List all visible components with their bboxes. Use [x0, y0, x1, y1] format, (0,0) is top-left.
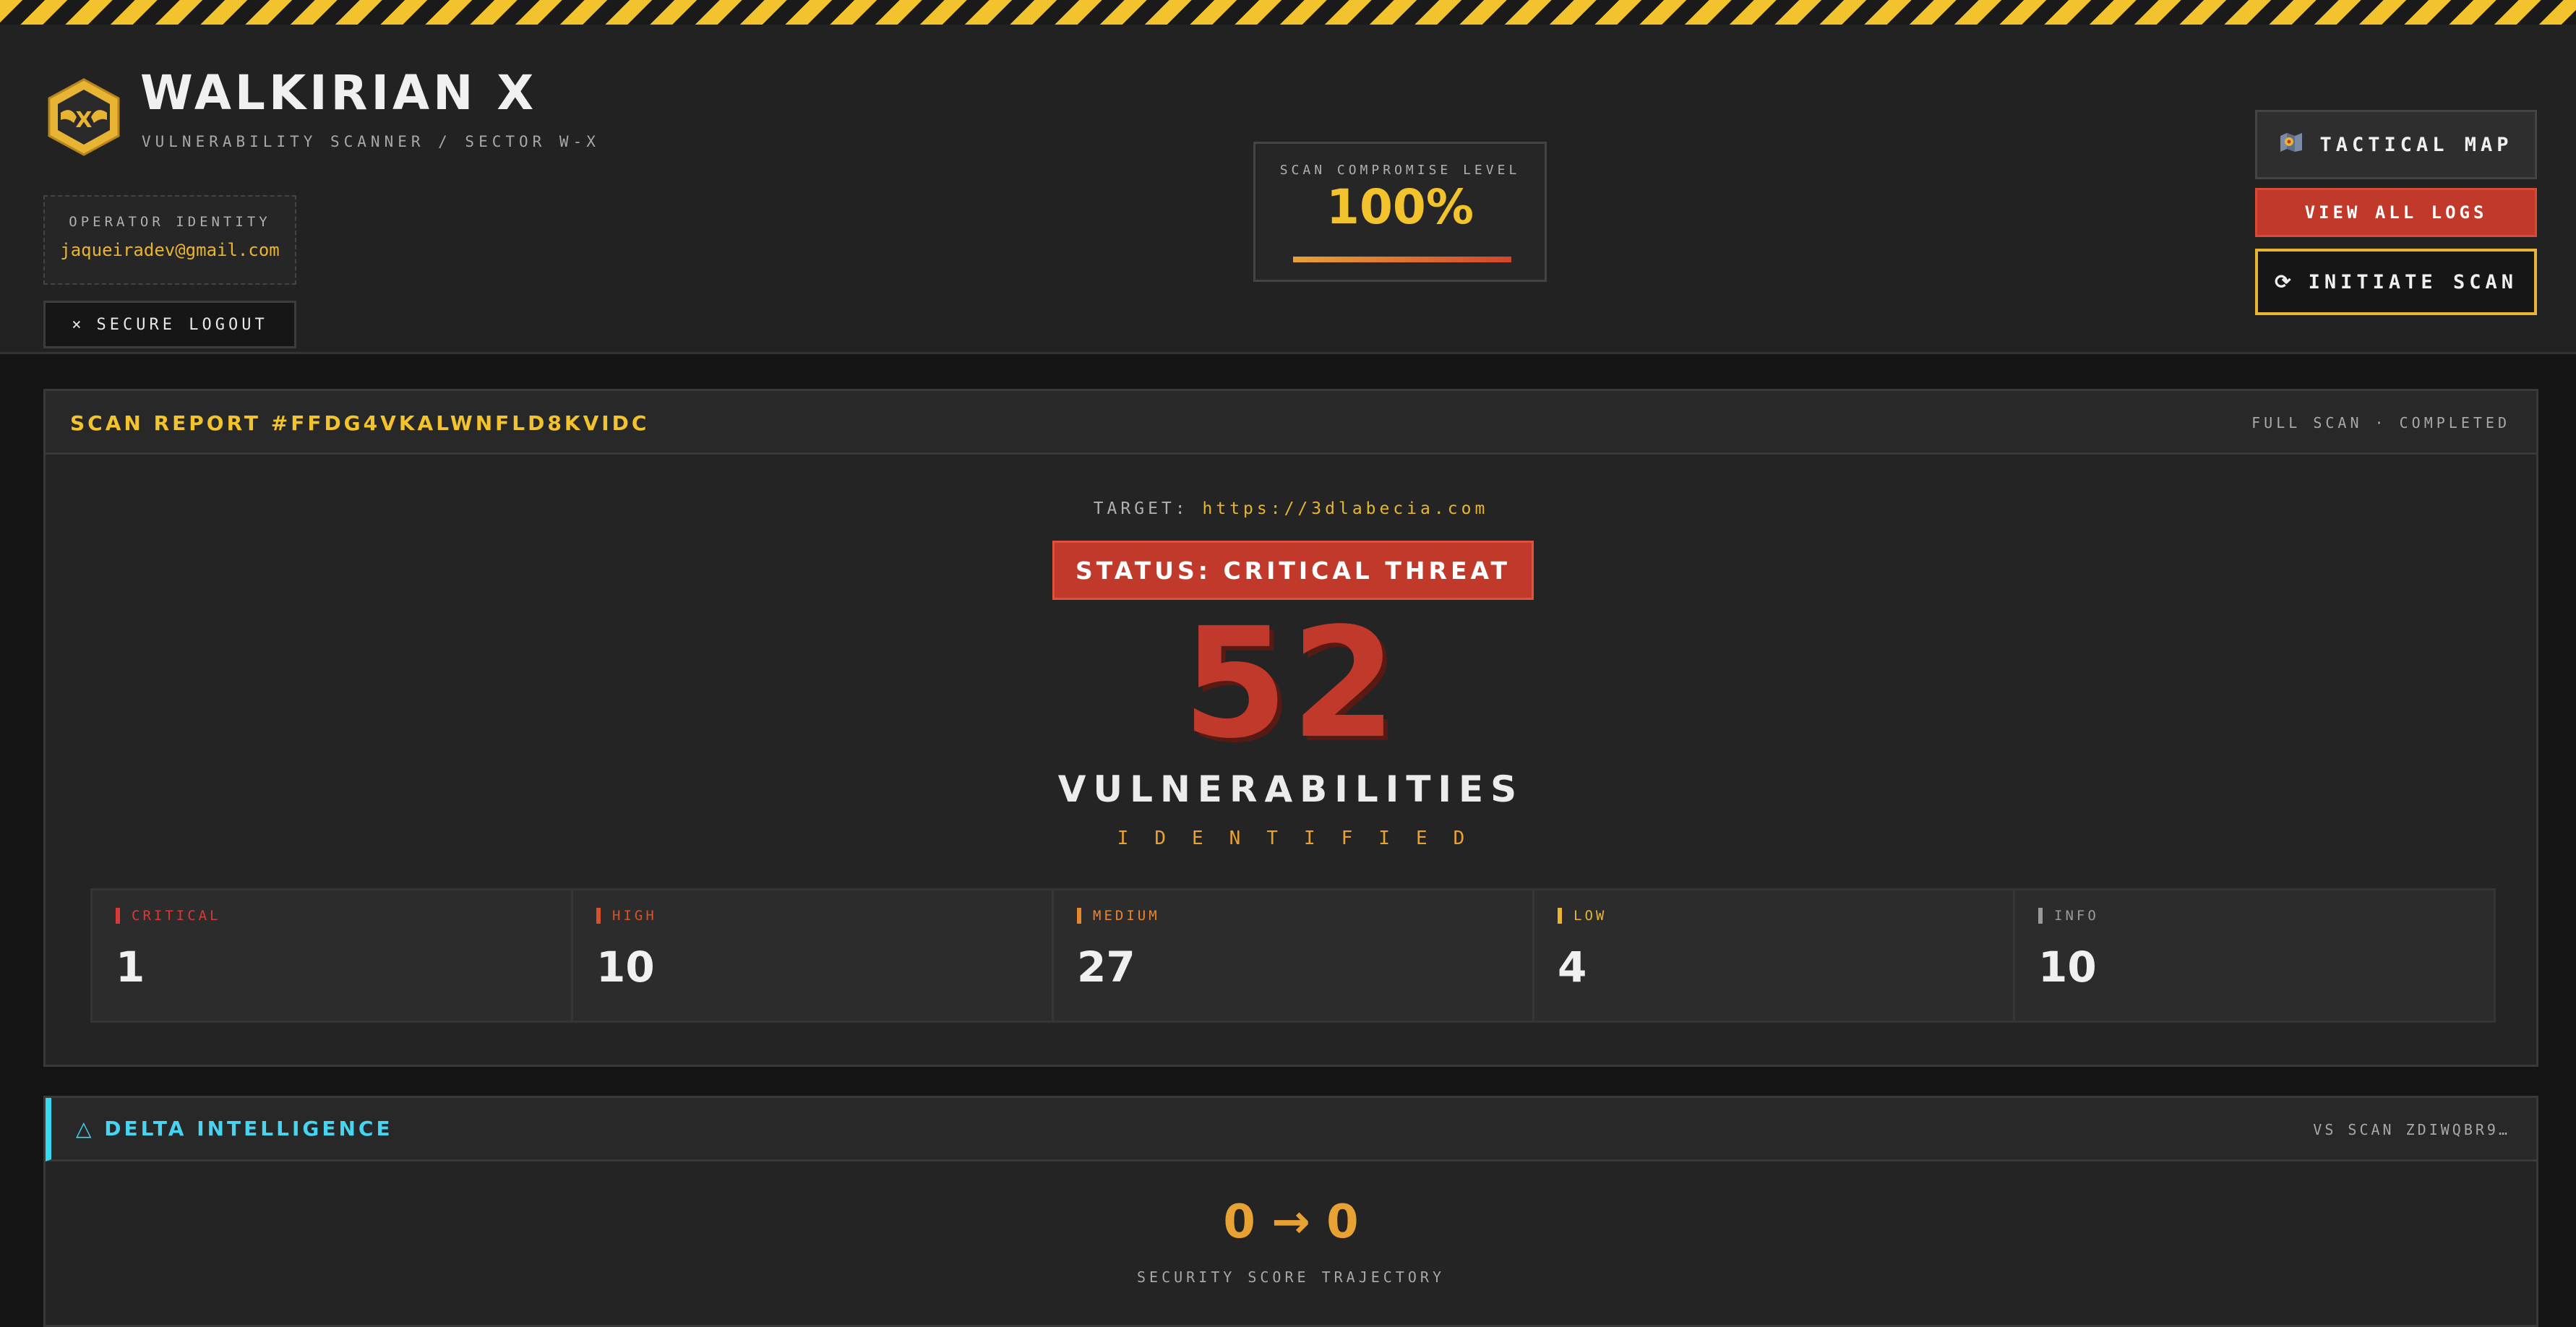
severity-name: INFO	[2038, 908, 2099, 924]
scan-report-header: SCAN REPORT #FFDG4VKALWNFLD8KVIDC FULL S…	[46, 391, 2536, 455]
delta-intelligence-card: △ DELTA INTELLIGENCE VS SCAN ZDIWQBR9… 0…	[43, 1096, 2538, 1327]
close-icon: ×	[72, 315, 85, 334]
severity-count: 4	[1558, 942, 1587, 992]
severity-count: 10	[2038, 942, 2097, 992]
app-subtitle: VULNERABILITY SCANNER / SECTOR W-X	[142, 133, 600, 150]
severity-count: 10	[596, 942, 655, 992]
target-line: TARGET: https://3dlabecia.com	[46, 499, 2536, 518]
target-label: TARGET:	[1093, 499, 1189, 518]
tactical-map-button[interactable]: TACTICAL MAP	[2255, 110, 2537, 179]
compromise-progress-fill	[1293, 257, 1511, 262]
severity-cell-critical[interactable]: CRITICAL 1	[93, 890, 573, 1021]
severity-cell-medium[interactable]: MEDIUM 27	[1054, 890, 1534, 1021]
logout-label: SECURE LOGOUT	[96, 315, 268, 334]
vulnerability-count-label: VULNERABILITIES	[1057, 768, 1524, 810]
scan-compromise-panel: SCAN COMPROMISE LEVEL 100%	[1253, 142, 1547, 282]
compromise-value: 100%	[1326, 179, 1474, 235]
severity-breakdown: CRITICAL 1 HIGH 10 MEDIUM 27 LOW 4 INFO …	[90, 888, 2496, 1023]
status-badge: STATUS: CRITICAL THREAT	[1052, 541, 1534, 600]
severity-name: LOW	[1558, 908, 1607, 924]
initiate-scan-button[interactable]: ⟳ INITIATE SCAN	[2255, 249, 2537, 315]
security-score-trend-label: SECURITY SCORE TRAJECTORY	[1136, 1268, 1446, 1286]
vulnerability-count: 52	[1182, 595, 1400, 772]
severity-name: CRITICAL	[116, 908, 221, 924]
delta-intelligence-title: △ DELTA INTELLIGENCE	[76, 1117, 393, 1141]
map-icon	[2279, 132, 2304, 158]
operator-label: OPERATOR IDENTITY	[69, 214, 271, 230]
initiate-scan-label: INITIATE SCAN	[2308, 270, 2517, 293]
scan-report-meta: FULL SCAN · COMPLETED	[2251, 414, 2510, 431]
app-title: WALKIRIAN X	[140, 65, 538, 121]
severity-cell-high[interactable]: HIGH 10	[573, 890, 1054, 1021]
severity-count: 1	[116, 942, 145, 992]
operator-identity-box: OPERATOR IDENTITY jaqueiradev@gmail.com	[43, 195, 296, 285]
delta-intelligence-header: △ DELTA INTELLIGENCE VS SCAN ZDIWQBR9…	[46, 1098, 2536, 1161]
delta-intelligence-meta: VS SCAN ZDIWQBR9…	[2313, 1121, 2510, 1138]
security-score-trend: 0 → 0	[1223, 1195, 1359, 1249]
secure-logout-button[interactable]: × SECURE LOGOUT	[43, 301, 296, 348]
compromise-progress-bar	[1293, 257, 1511, 262]
vulnerability-count-sub: IDENTIFIED	[1117, 828, 1491, 849]
severity-name: MEDIUM	[1077, 908, 1160, 924]
severity-name: HIGH	[596, 908, 657, 924]
compromise-label: SCAN COMPROMISE LEVEL	[1279, 163, 1521, 178]
refresh-icon: ⟳	[2275, 270, 2296, 293]
view-all-logs-button[interactable]: VIEW ALL LOGS	[2255, 188, 2537, 237]
logo-badge-icon: X	[45, 77, 123, 158]
target-url[interactable]: https://3dlabecia.com	[1203, 499, 1489, 518]
severity-count: 27	[1077, 942, 1135, 992]
severity-cell-low[interactable]: LOW 4	[1534, 890, 2015, 1021]
severity-cell-info[interactable]: INFO 10	[2015, 890, 2494, 1021]
app-header: X WALKIRIAN X VULNERABILITY SCANNER / SE…	[0, 25, 2576, 354]
tactical-map-label: TACTICAL MAP	[2319, 133, 2513, 156]
scan-report-card: SCAN REPORT #FFDG4VKALWNFLD8KVIDC FULL S…	[43, 389, 2538, 1067]
operator-email: jaqueiradev@gmail.com	[60, 240, 280, 260]
scan-report-title: SCAN REPORT #FFDG4VKALWNFLD8KVIDC	[70, 411, 650, 435]
svg-text:X: X	[75, 108, 92, 133]
hazard-stripe-banner	[0, 0, 2576, 25]
